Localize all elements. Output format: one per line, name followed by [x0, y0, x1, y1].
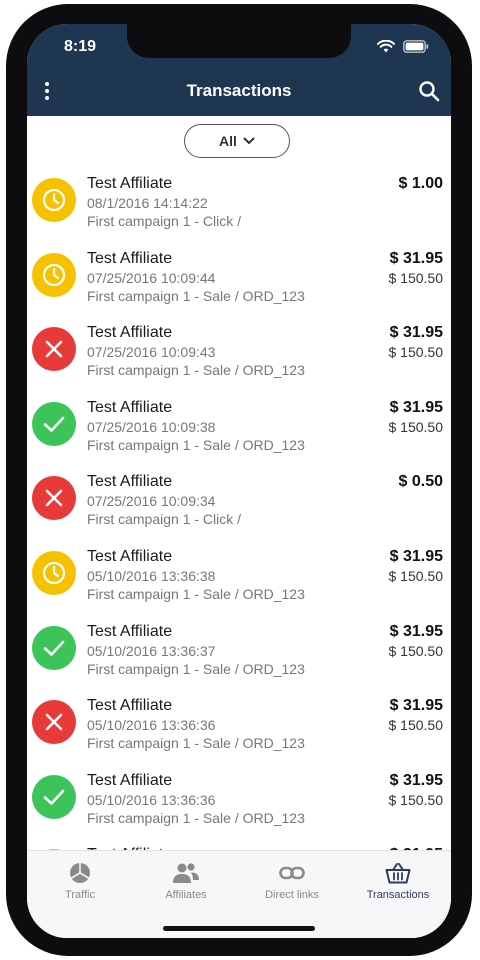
battery-icon [403, 40, 429, 53]
commission-amount: $ 1.00 [398, 175, 443, 192]
sale-amount: $ 150.50 [388, 344, 444, 361]
filter-label: All [219, 133, 237, 149]
status-time: 8:19 [64, 38, 97, 55]
status-pending-badge [32, 252, 76, 297]
commission-amount: $ 31.95 [389, 324, 443, 342]
commission-amount: $ 31.95 [389, 622, 443, 640]
transaction-date: 07/25/2016 10:09:34 [87, 493, 216, 510]
transaction-row[interactable]: Test Affiliate$ 31.95 [27, 843, 451, 850]
transaction-row[interactable]: Test Affiliate 05/10/2016 13:36:36 First c… [27, 694, 451, 769]
affiliate-name: Test Affiliate [87, 771, 173, 789]
status-declined-badge [32, 327, 76, 372]
search-icon[interactable] [417, 79, 441, 103]
pie-chart-icon [27, 859, 133, 887]
tab-label: Affiliates [165, 889, 207, 901]
x-icon [43, 711, 65, 733]
affiliate-name: Test Affiliate [87, 324, 173, 342]
transactions-list[interactable]: Test Affiliate 08/1/2016 14:14:22 First ca… [27, 172, 451, 850]
transaction-date: 07/25/2016 10:09:44 [87, 269, 216, 286]
commission-amount: $ 31.95 [389, 398, 443, 416]
chevron-down-icon [243, 137, 255, 144]
basket-icon [345, 859, 451, 887]
check-icon [42, 413, 66, 435]
campaign-detail: First campaign 1 - Sale / ORD_123 [87, 436, 305, 453]
commission-amount: $ 31.95 [389, 697, 443, 715]
transaction-date: 07/25/2016 10:09:43 [87, 344, 216, 361]
affiliate-name: Test Affiliate [87, 175, 173, 192]
clock-icon [41, 560, 67, 586]
status-pending-badge [32, 178, 76, 222]
campaign-detail: First campaign 1 - Click / [87, 213, 242, 229]
bottom-tab-bar: Traffic Affiliates Direct links Transaction… [27, 850, 451, 938]
x-icon [43, 487, 65, 509]
commission-amount: $ 31.95 [389, 249, 443, 267]
tab-label: Traffic [65, 889, 95, 901]
check-icon [42, 786, 66, 808]
campaign-detail: First campaign 1 - Sale / ORD_123 [87, 660, 305, 677]
app-screen: 8:19 Transactions All Test Affiliate 08/… [27, 24, 451, 938]
status-approved-badge [32, 774, 76, 819]
status-pending-badge [32, 550, 76, 595]
tab-direct-links[interactable]: Direct links [239, 859, 345, 901]
clock-icon [41, 187, 67, 213]
transaction-date: 08/1/2016 14:14:22 [87, 195, 208, 211]
status-icons [377, 40, 429, 53]
campaign-detail: First campaign 1 - Sale / ORD_123 [87, 362, 305, 379]
transaction-row[interactable]: Test Affiliate 07/25/2016 10:09:43 First c… [27, 321, 451, 396]
commission-amount: $ 31.95 [389, 771, 443, 789]
affiliate-name: Test Affiliate [87, 697, 173, 715]
campaign-detail: First campaign 1 - Sale / ORD_123 [87, 735, 305, 752]
status-filter-dropdown[interactable]: All [184, 124, 290, 158]
transaction-date: 05/10/2016 13:36:36 [87, 717, 216, 734]
campaign-detail: First campaign 1 - Click / [87, 511, 242, 528]
transaction-date: 07/25/2016 10:09:38 [87, 418, 216, 435]
sale-amount: $ 150.50 [388, 717, 444, 734]
phone-notch [127, 24, 351, 58]
affiliate-name: Test Affiliate [87, 398, 173, 416]
x-icon [43, 338, 65, 360]
transaction-date: 05/10/2016 13:36:37 [87, 642, 216, 659]
affiliate-name: Test Affiliate [87, 249, 173, 267]
sale-amount: $ 150.50 [388, 567, 444, 584]
sale-amount: $ 150.50 [388, 642, 444, 659]
clock-icon [41, 262, 67, 288]
status-approved-badge [32, 625, 76, 670]
tab-affiliates[interactable]: Affiliates [133, 859, 239, 901]
tab-label: Transactions [366, 889, 430, 901]
filter-row: All [27, 116, 451, 172]
campaign-detail: First campaign 1 - Sale / ORD_123 [87, 287, 305, 304]
commission-amount: $ 0.50 [398, 473, 443, 491]
tab-traffic[interactable]: Traffic [27, 859, 133, 901]
affiliate-name: Test Affiliate [87, 622, 173, 640]
affiliate-name: Test Affiliate [87, 473, 173, 491]
link-icon [239, 859, 345, 887]
transaction-row[interactable]: Test Affiliate 07/25/2016 10:09:34 First c… [27, 470, 451, 545]
campaign-detail: First campaign 1 - Sale / ORD_123 [87, 585, 305, 602]
sale-amount: $ 150.50 [388, 418, 444, 435]
status-declined-badge [32, 700, 76, 745]
sale-amount: $ 150.50 [388, 791, 444, 808]
commission-amount: $ 31.95 [389, 547, 443, 565]
status-approved-badge [32, 401, 76, 446]
sale-amount: $ 150.50 [388, 269, 444, 286]
transaction-row[interactable]: Test Affiliate 05/10/2016 13:36:36 First c… [27, 769, 451, 844]
page-title: Transactions [186, 81, 292, 100]
wifi-icon [377, 40, 395, 53]
transaction-row[interactable]: Test Affiliate 08/1/2016 14:14:22 First ca… [27, 172, 451, 247]
tab-label: Direct links [265, 889, 319, 901]
transaction-row[interactable]: Test Affiliate 05/10/2016 13:36:37 First c… [27, 620, 451, 695]
transaction-date: 05/10/2016 13:36:36 [87, 791, 216, 808]
home-indicator [163, 926, 315, 931]
users-icon [133, 859, 239, 887]
campaign-detail: First campaign 1 - Sale / ORD_123 [87, 809, 305, 826]
transaction-date: 05/10/2016 13:36:38 [87, 567, 216, 584]
check-icon [42, 637, 66, 659]
transaction-row[interactable]: Test Affiliate 07/25/2016 10:09:38 First c… [27, 396, 451, 471]
status-declined-badge [32, 476, 76, 521]
affiliate-name: Test Affiliate [87, 547, 173, 565]
transaction-row[interactable]: Test Affiliate 07/25/2016 10:09:44 First c… [27, 247, 451, 322]
transaction-row[interactable]: Test Affiliate 05/10/2016 13:36:38 First c… [27, 545, 451, 620]
tab-transactions[interactable]: Transactions [345, 859, 451, 901]
